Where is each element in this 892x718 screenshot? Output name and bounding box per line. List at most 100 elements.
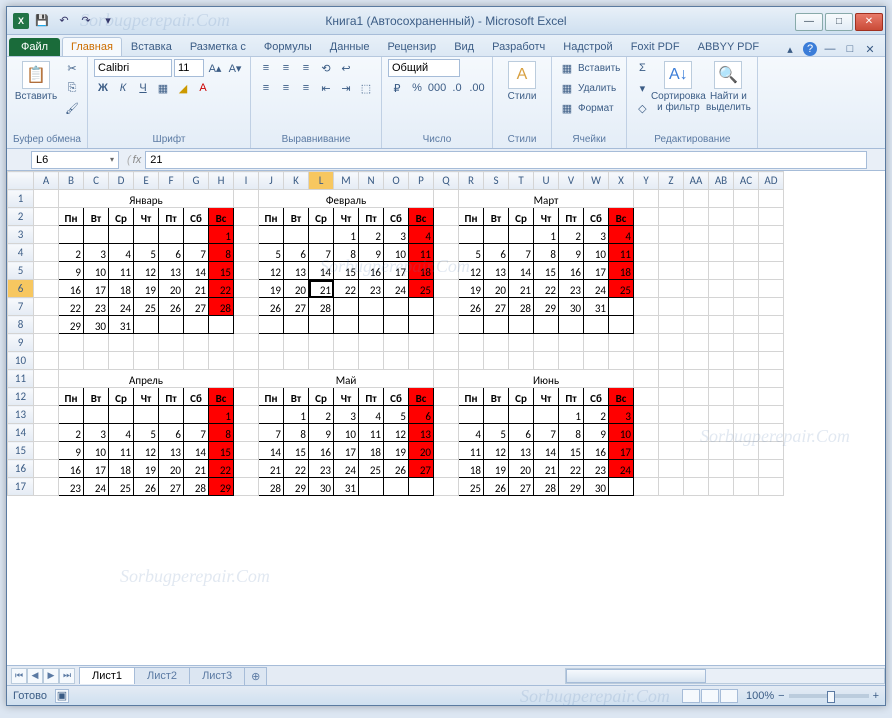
cell[interactable]: 30 xyxy=(84,316,109,334)
indent-dec-button[interactable]: ⇤ xyxy=(317,79,335,97)
cell[interactable]: 28 xyxy=(209,298,234,316)
cell[interactable] xyxy=(709,334,734,352)
cell[interactable] xyxy=(759,280,784,298)
cell[interactable] xyxy=(484,316,509,334)
cell[interactable]: 1 xyxy=(209,406,234,424)
tab-insert[interactable]: Вставка xyxy=(122,37,181,56)
cell[interactable] xyxy=(759,244,784,262)
cell[interactable]: Вс xyxy=(609,208,634,226)
cell[interactable] xyxy=(734,226,759,244)
prev-sheet-button[interactable]: ◀ xyxy=(27,668,43,684)
cell[interactable] xyxy=(659,424,684,442)
col-header[interactable]: B xyxy=(59,172,84,190)
minimize-button[interactable]: — xyxy=(795,13,823,31)
undo-button[interactable]: ↶ xyxy=(55,12,73,30)
copy-button[interactable]: ⎘ xyxy=(63,79,81,97)
cell[interactable]: 18 xyxy=(359,442,384,460)
cell[interactable]: 20 xyxy=(484,280,509,298)
cell[interactable] xyxy=(759,226,784,244)
cell[interactable] xyxy=(59,226,84,244)
cell[interactable] xyxy=(759,388,784,406)
cell[interactable]: 15 xyxy=(209,262,234,280)
row-header[interactable]: 13 xyxy=(8,406,34,424)
cell[interactable]: 29 xyxy=(534,298,559,316)
cell[interactable] xyxy=(709,442,734,460)
cell[interactable]: 15 xyxy=(334,262,359,280)
col-header[interactable]: T xyxy=(509,172,534,190)
cell[interactable] xyxy=(659,208,684,226)
cell[interactable]: 6 xyxy=(509,424,534,442)
cell[interactable] xyxy=(34,334,59,352)
cell[interactable] xyxy=(684,244,709,262)
cell[interactable]: Чт xyxy=(534,208,559,226)
merge-button[interactable]: ⬚ xyxy=(357,79,375,97)
cell[interactable]: Пт xyxy=(159,208,184,226)
cell[interactable] xyxy=(734,352,759,370)
cell[interactable] xyxy=(734,370,759,388)
cell[interactable] xyxy=(234,334,259,352)
col-header[interactable]: C xyxy=(84,172,109,190)
cell[interactable]: 25 xyxy=(134,298,159,316)
cell[interactable] xyxy=(409,316,434,334)
cell[interactable]: Ср xyxy=(309,388,334,406)
cell[interactable]: 27 xyxy=(509,478,534,496)
cell[interactable] xyxy=(434,298,459,316)
col-header[interactable]: P xyxy=(409,172,434,190)
cell[interactable] xyxy=(609,352,634,370)
cell[interactable] xyxy=(634,280,659,298)
align-left-button[interactable]: ≡ xyxy=(257,79,275,97)
cell[interactable]: 1 xyxy=(559,406,584,424)
cell[interactable]: Пн xyxy=(59,388,84,406)
cell[interactable] xyxy=(384,298,409,316)
cell[interactable]: 7 xyxy=(259,424,284,442)
cell[interactable]: 7 xyxy=(184,244,209,262)
cell[interactable] xyxy=(234,262,259,280)
cell[interactable]: Вт xyxy=(284,208,309,226)
cell[interactable]: 1 xyxy=(209,226,234,244)
cell[interactable] xyxy=(709,406,734,424)
orientation-button[interactable]: ⟲ xyxy=(317,59,335,77)
name-box[interactable]: L6 ▾ xyxy=(31,151,119,169)
cell[interactable]: Вс xyxy=(409,388,434,406)
cell[interactable]: 5 xyxy=(259,244,284,262)
tab-view[interactable]: Вид xyxy=(445,37,483,56)
cell[interactable] xyxy=(434,262,459,280)
cell[interactable]: 3 xyxy=(84,244,109,262)
fill-color-button[interactable]: ◢ xyxy=(174,79,192,97)
cell[interactable] xyxy=(659,478,684,496)
cell[interactable]: 29 xyxy=(209,478,234,496)
paste-button[interactable]: 📋 Вставить xyxy=(13,59,59,104)
cell[interactable]: Сб xyxy=(184,388,209,406)
new-sheet-button[interactable]: ⊕ xyxy=(244,667,267,685)
cell[interactable] xyxy=(684,262,709,280)
cell[interactable]: Чт xyxy=(334,208,359,226)
row-header[interactable]: 9 xyxy=(8,334,34,352)
underline-button[interactable]: Ч xyxy=(134,79,152,97)
font-size-combo[interactable]: 11 xyxy=(174,59,204,77)
first-sheet-button[interactable]: ⏮ xyxy=(11,668,27,684)
cell[interactable] xyxy=(659,334,684,352)
cell[interactable] xyxy=(209,352,234,370)
cell[interactable]: 7 xyxy=(309,244,334,262)
cell[interactable] xyxy=(459,334,484,352)
cell[interactable] xyxy=(759,460,784,478)
cell[interactable]: 10 xyxy=(84,442,109,460)
cell[interactable]: 13 xyxy=(409,424,434,442)
cell[interactable] xyxy=(284,226,309,244)
cell[interactable]: 16 xyxy=(59,280,84,298)
cell[interactable] xyxy=(459,406,484,424)
cell[interactable]: 13 xyxy=(284,262,309,280)
cell[interactable] xyxy=(234,424,259,442)
cell[interactable]: 27 xyxy=(159,478,184,496)
cell[interactable]: 1 xyxy=(284,406,309,424)
cell[interactable] xyxy=(734,442,759,460)
cell[interactable]: Вт xyxy=(84,208,109,226)
cell[interactable] xyxy=(634,190,659,208)
cell[interactable] xyxy=(684,226,709,244)
tab-home[interactable]: Главная xyxy=(62,37,122,56)
row-header[interactable]: 11 xyxy=(8,370,34,388)
col-header[interactable]: W xyxy=(584,172,609,190)
cell[interactable] xyxy=(59,352,84,370)
cell[interactable] xyxy=(34,262,59,280)
cell[interactable]: 23 xyxy=(309,460,334,478)
